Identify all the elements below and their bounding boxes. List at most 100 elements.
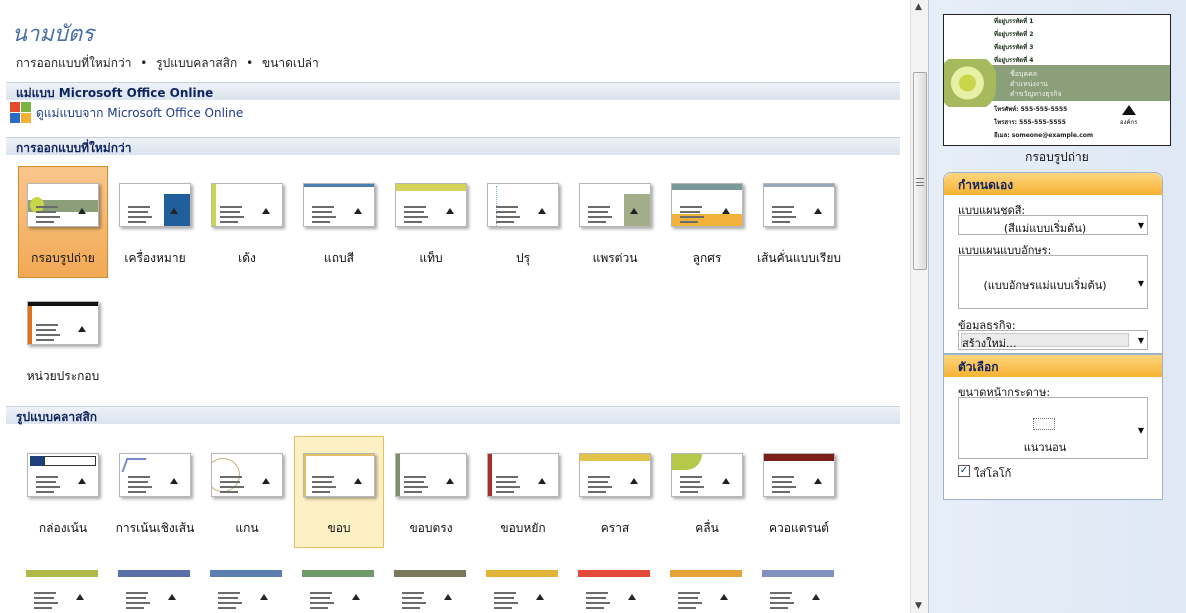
publisher-business-cards-window: นามบัตร การออกแบบที่ใหม่กว่า • รูปแบบคลา… — [0, 0, 1186, 613]
gallery-scrollbar[interactable]: ▲ ▼ — [910, 0, 928, 613]
template-tile-label: แถบสี — [324, 251, 354, 265]
template-tile[interactable]: กล่องเน้น — [18, 436, 108, 548]
logo-checkbox[interactable]: ✓ — [958, 465, 970, 477]
template-thumbnail — [395, 453, 467, 497]
section-header-newer: การออกแบบที่ใหม่กว่า — [6, 137, 900, 155]
template-tile[interactable]: แท็บ — [386, 166, 476, 278]
page-size-value: แนวนอน — [1023, 441, 1067, 454]
template-thumbnail — [395, 183, 467, 227]
section-header-online: แม่แบบ Microsoft Office Online — [6, 82, 900, 100]
preview-logo: องค์กร — [1120, 105, 1137, 127]
font-scheme-value: (แบบอักษรแม่แบบเริ่มต้น) — [983, 279, 1107, 292]
customize-panel: กำหนดเอง แบบแผนชุดสี: (สีแม่แบบเริ่มต้น)… — [943, 172, 1163, 354]
color-scheme-select[interactable]: (สีแม่แบบเริ่มต้น) ▼ — [958, 215, 1148, 235]
scroll-up-arrow-icon[interactable]: ▲ — [915, 2, 922, 12]
template-thumbnail — [671, 183, 743, 227]
template-tile-label: ลูกศร — [692, 251, 722, 265]
template-thumbnail — [119, 453, 191, 497]
template-tile[interactable]: ลูกศร — [662, 166, 752, 278]
scroll-down-arrow-icon[interactable]: ▼ — [915, 601, 922, 611]
template-tile[interactable]: การเน้นเชิงเส้น — [110, 436, 200, 548]
customization-pane: ที่อยู่บรรทัดที่ 1 ที่อยู่บรรทัดที่ 2 ที… — [928, 0, 1186, 613]
template-thumbnail — [487, 183, 559, 227]
online-templates-link[interactable]: ดูแม่แบบจาก Microsoft Office Online — [10, 102, 243, 124]
template-tile[interactable]: คลื่น — [662, 436, 752, 548]
template-tile-label: ควอแดรนต์ — [769, 521, 829, 535]
scrollbar-grip-icon — [916, 178, 924, 186]
template-tile-label: ขอบตรง — [409, 521, 453, 535]
template-tile[interactable]: แถบสี — [294, 166, 384, 278]
template-tile[interactable]: กรอบรูปถ่าย — [18, 166, 108, 278]
customize-panel-header: กำหนดเอง — [944, 173, 1162, 195]
preview-address: ที่อยู่บรรทัดที่ 1 ที่อยู่บรรทัดที่ 2 ที… — [994, 18, 1034, 64]
template-tile-label: ปรุ — [515, 251, 531, 265]
template-tile-label: ขอบ — [327, 521, 351, 535]
breadcrumb: การออกแบบที่ใหม่กว่า • รูปแบบคลาสสิก • ข… — [16, 56, 319, 70]
template-thumbnail — [579, 183, 651, 227]
template-thumbnail — [27, 301, 99, 345]
template-tile[interactable]: ปรุ — [478, 166, 568, 278]
template-preview: ที่อยู่บรรทัดที่ 1 ที่อยู่บรรทัดที่ 2 ที… — [943, 14, 1171, 146]
chevron-down-icon: ▼ — [1137, 336, 1144, 345]
template-tile[interactable]: เครื่องหมาย — [110, 166, 200, 278]
template-thumbnail — [27, 453, 99, 497]
chevron-down-icon: ▼ — [1137, 426, 1144, 435]
section-header-classic: รูปแบบคลาสสิก — [6, 406, 900, 424]
template-tile[interactable]: เด้ง — [202, 166, 292, 278]
page-size-select[interactable]: แนวนอน ▼ — [958, 397, 1148, 459]
breadcrumb-link-classic[interactable]: รูปแบบคลาสสิก — [156, 56, 237, 70]
preview-name-block: ชื่อบุคคล ตำแหน่งงาน คำขวัญทางธุรกิจ — [1010, 70, 1062, 98]
template-tile-label: กรอบรูปถ่าย — [31, 251, 95, 265]
template-thumbnail — [303, 183, 375, 227]
business-info-value: สร้างใหม่... — [962, 337, 1017, 350]
template-thumbnail — [763, 453, 835, 497]
page-title: นามบัตร — [12, 22, 94, 47]
template-tile[interactable]: แกน — [202, 436, 292, 548]
template-thumbnail — [119, 183, 191, 227]
chevron-down-icon: ▼ — [1137, 221, 1144, 230]
online-templates-link-label: ดูแม่แบบจาก Microsoft Office Online — [36, 105, 244, 120]
template-tile-label: กล่องเน้น — [38, 521, 88, 535]
template-thumbnail — [211, 183, 283, 227]
template-thumbnail — [487, 453, 559, 497]
preview-flower-image — [944, 59, 996, 107]
options-panel: ตัวเลือก ขนาดหน้ากระดาษ: แนวนอน ▼ ✓ ใส่โ… — [943, 354, 1163, 500]
breadcrumb-link-blank[interactable]: ขนาดเปล่า — [262, 56, 319, 70]
template-tile[interactable]: ขอบ — [294, 436, 384, 548]
template-tile-label: แท็บ — [419, 251, 443, 265]
font-scheme-select[interactable]: (แบบอักษรแม่แบบเริ่มต้น) ▼ — [958, 255, 1148, 309]
template-tile-label: การเน้นเชิงเส้น — [115, 521, 195, 535]
template-tile-label: เครื่องหมาย — [124, 251, 186, 265]
color-scheme-value: (สีแม่แบบเริ่มต้น) — [1003, 222, 1087, 235]
template-tile[interactable]: เส้นคั่นแบบเรียบ — [754, 166, 844, 278]
template-tile[interactable]: ควอแดรนต์ — [754, 436, 844, 548]
breadcrumb-link-newer[interactable]: การออกแบบที่ใหม่กว่า — [16, 56, 131, 70]
chevron-down-icon: ▼ — [1137, 279, 1144, 288]
template-tile-label: เส้นคั่นแบบเรียบ — [756, 251, 842, 265]
preview-contact: โทรศัพท์: 555-555-5555 โทรสาร: 555-555-5… — [994, 106, 1094, 139]
template-thumbnail — [211, 453, 283, 497]
template-tile-label: หน่วยประกอบ — [26, 369, 100, 383]
preview-caption: กรอบรูปถ่าย — [1025, 150, 1089, 164]
template-tile[interactable]: คราส — [570, 436, 660, 548]
office-online-icon — [10, 102, 32, 124]
template-tile-label: คราส — [600, 521, 630, 535]
template-thumbnail — [671, 453, 743, 497]
landscape-page-icon — [1033, 418, 1055, 430]
template-tile[interactable]: แพรต่วน — [570, 166, 660, 278]
template-tile-label: เด้ง — [238, 251, 256, 265]
options-panel-header: ตัวเลือก — [944, 355, 1162, 377]
template-tile[interactable]: ขอบหยัก — [478, 436, 568, 548]
template-tile-label: คลื่น — [695, 521, 719, 535]
template-thumbnail — [27, 183, 99, 227]
template-thumbnail — [763, 183, 835, 227]
scrollbar-thumb[interactable] — [913, 72, 927, 270]
template-tile[interactable]: หน่วยประกอบ — [18, 284, 108, 396]
template-tile-label: ขอบหยัก — [500, 521, 546, 535]
template-tile-label: แกน — [235, 521, 259, 535]
template-tile-label: แพรต่วน — [592, 251, 638, 265]
template-thumbnail — [579, 453, 651, 497]
business-info-select[interactable]: สร้างใหม่... ▼ — [958, 330, 1148, 350]
template-tile[interactable]: ขอบตรง — [386, 436, 476, 548]
template-thumbnail — [303, 453, 375, 497]
